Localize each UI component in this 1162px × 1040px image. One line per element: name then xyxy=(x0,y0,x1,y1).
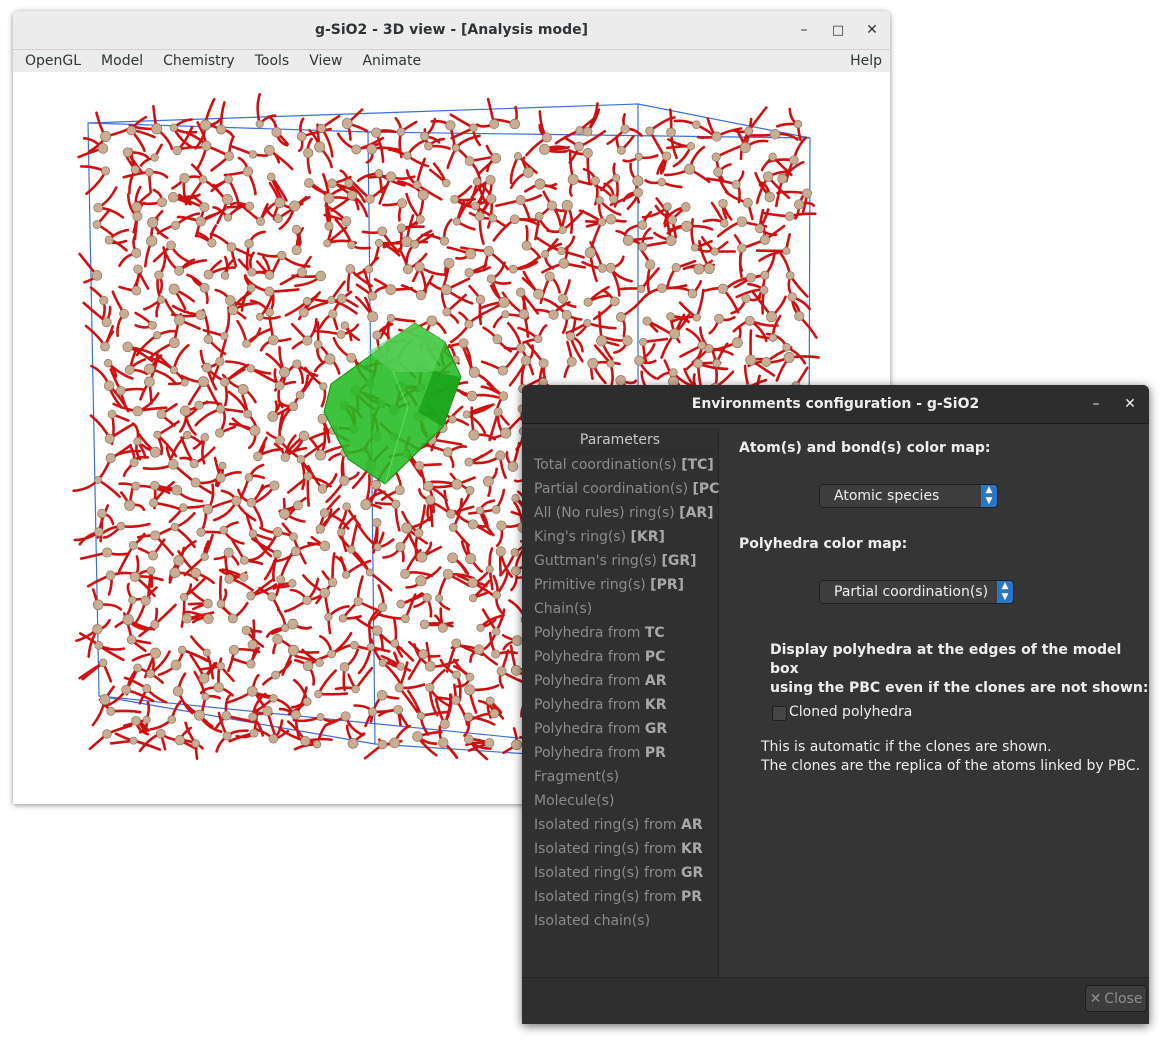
menu-help[interactable]: Help xyxy=(850,53,890,69)
sidebar-item-label: Isolated ring(s) from xyxy=(534,841,681,857)
sidebar-item[interactable]: Isolated chain(s) xyxy=(522,909,718,933)
sidebar-item[interactable]: Polyhedra from PR xyxy=(522,741,718,765)
clones-note-line-1: This is automatic if the clones are show… xyxy=(761,739,1052,755)
menu-model[interactable]: Model xyxy=(89,53,151,69)
maximize-icon[interactable]: □ xyxy=(821,11,855,49)
sidebar-item-label: Molecule(s) xyxy=(534,793,615,809)
3d-view-titlebar[interactable]: g-SiO2 - 3D view - [Analysis mode] – □ ✕ xyxy=(13,11,890,50)
sidebar-item-tag: [KR] xyxy=(630,529,665,545)
sidebar-item-tag: KR xyxy=(644,697,667,713)
sidebar-item-tag: [AR] xyxy=(679,505,714,521)
sidebar-item-label: Partial coordination(s) xyxy=(534,481,693,497)
menu-opengl[interactable]: OpenGL xyxy=(13,53,89,69)
minimize-icon[interactable]: – xyxy=(1079,385,1113,423)
sidebar-item-label: Guttman's ring(s) xyxy=(534,553,662,569)
sidebar-item-label: Isolated ring(s) from xyxy=(534,889,681,905)
sidebar-item-label: Polyhedra from xyxy=(534,697,645,713)
sidebar-item[interactable]: Partial coordination(s) [PC] xyxy=(522,477,726,501)
sidebar-item-label: Isolated ring(s) from xyxy=(534,865,681,881)
sidebar-item-label: All (No rules) ring(s) xyxy=(534,505,680,521)
minimize-icon[interactable]: – xyxy=(787,11,821,49)
sidebar-item[interactable]: Isolated ring(s) from PR xyxy=(522,885,718,909)
polyhedron xyxy=(323,322,462,485)
sidebar-item-label: Isolated ring(s) from xyxy=(534,817,681,833)
sidebar-item-tag: PR xyxy=(681,889,703,905)
close-button-label: Close xyxy=(1104,990,1143,1007)
menu-chemistry[interactable]: Chemistry xyxy=(151,53,243,69)
cloned-polyhedra-checkbox[interactable] xyxy=(772,706,787,721)
sidebar-item-label: Fragment(s) xyxy=(534,769,620,785)
sidebar-item[interactable]: Isolated ring(s) from GR xyxy=(522,861,718,885)
dialog-titlebar[interactable]: Environments configuration - g-SiO2 – ✕ xyxy=(522,385,1149,424)
cloned-polyhedra-label[interactable]: Cloned polyhedra xyxy=(789,703,912,722)
sidebar-header: Parameters xyxy=(522,428,718,453)
close-icon[interactable]: ✕ xyxy=(855,11,889,49)
window-title: g-SiO2 - 3D view - [Analysis mode] xyxy=(314,22,589,38)
sidebar-item[interactable]: King's ring(s) [KR] xyxy=(522,525,718,549)
atom-color-map-select[interactable]: Atomic species ▲ ▼ xyxy=(819,484,998,508)
menu-animate[interactable]: Animate xyxy=(350,53,429,69)
sidebar-item[interactable]: Guttman's ring(s) [GR] xyxy=(522,549,718,573)
menu-bar: OpenGL Model Chemistry Tools View Animat… xyxy=(13,50,890,73)
sidebar-item-tag: PC xyxy=(644,649,666,665)
sidebar-item[interactable]: Fragment(s) xyxy=(522,765,718,789)
polyhedra-color-map-value: Partial coordination(s) xyxy=(834,584,989,600)
sidebar-item[interactable]: Polyhedra from PC xyxy=(522,645,718,669)
polyhedra-color-map-label: Polyhedra color map: xyxy=(739,536,908,552)
sidebar-item-label: Polyhedra from xyxy=(534,649,645,665)
sidebar-item-tag: [PR] xyxy=(650,577,685,593)
spin-arrows-icon: ▲ ▼ xyxy=(997,581,1013,603)
sidebar-item[interactable]: Polyhedra from KR xyxy=(522,693,718,717)
environments-dialog: Environments configuration - g-SiO2 – ✕ … xyxy=(522,385,1149,1024)
sidebar-item-label: Polyhedra from xyxy=(534,721,645,737)
close-icon[interactable]: ✕ xyxy=(1113,385,1147,423)
sidebar-item[interactable]: Isolated ring(s) from AR xyxy=(522,813,718,837)
close-icon: ✕ xyxy=(1089,990,1102,1007)
sidebar-item-tag: AR xyxy=(644,673,667,689)
sidebar-item-tag: PR xyxy=(644,745,666,761)
sidebar-item-tag: [GR] xyxy=(661,553,697,569)
sidebar-item-label: Primitive ring(s) xyxy=(534,577,651,593)
sidebar-item[interactable]: Isolated ring(s) from KR xyxy=(522,837,718,861)
sidebar-item-tag: GR xyxy=(644,721,668,737)
sidebar-item[interactable]: Polyhedra from GR xyxy=(522,717,718,741)
sidebar-item-tag: GR xyxy=(681,865,704,881)
atom-color-map-label: Atom(s) and bond(s) color map: xyxy=(739,440,991,456)
polyhedra-color-map-select[interactable]: Partial coordination(s) ▲ ▼ xyxy=(819,580,1014,604)
sidebar-item-tag: AR xyxy=(681,817,703,833)
dialog-title: Environments configuration - g-SiO2 xyxy=(691,396,980,412)
sidebar-item-label: King's ring(s) xyxy=(534,529,631,545)
sidebar-item-label: Isolated chain(s) xyxy=(534,913,651,929)
parameter-list: Total coordination(s) [TC] Partial coordi… xyxy=(522,453,726,933)
sidebar-item[interactable]: Polyhedra from AR xyxy=(522,669,718,693)
sidebar-item-label: Polyhedra from xyxy=(534,745,645,761)
sidebar-item-label: Chain(s) xyxy=(534,601,593,617)
sidebar-item-tag: KR xyxy=(681,841,703,857)
clones-note-line-2: The clones are the replica of the atoms … xyxy=(761,758,1141,774)
sidebar-item-label: Polyhedra from xyxy=(534,625,645,641)
sidebar-item[interactable]: All (No rules) ring(s) [AR] xyxy=(522,501,718,525)
sidebar-item-label: Polyhedra from xyxy=(534,673,645,689)
spin-arrows-icon: ▲ ▼ xyxy=(981,485,997,507)
sidebar-item[interactable]: Molecule(s) xyxy=(522,789,718,813)
parameters-sidebar: Parameters Total coordination(s) [TC] Par… xyxy=(522,428,726,977)
clones-note: This is automatic if the clones are show… xyxy=(761,738,1140,776)
sidebar-item-tag: [TC] xyxy=(681,457,714,473)
atom-color-map-value: Atomic species xyxy=(834,488,940,504)
close-button[interactable]: ✕ Close xyxy=(1085,985,1147,1012)
pbc-description-line-1: Display polyhedra at the edges of the mo… xyxy=(770,642,1122,677)
settings-panel: Atom(s) and bond(s) color map: Atomic sp… xyxy=(719,428,1149,977)
menu-tools[interactable]: Tools xyxy=(243,53,298,69)
sidebar-item[interactable]: Primitive ring(s) [PR] xyxy=(522,573,718,597)
pbc-description: Display polyhedra at the edges of the mo… xyxy=(770,641,1149,698)
pbc-description-line-2: using the PBC even if the clones are not… xyxy=(770,680,1149,696)
dialog-footer: ✕ Close xyxy=(522,977,1149,1024)
sidebar-item-label: Total coordination(s) xyxy=(534,457,682,473)
sidebar-item[interactable]: Chain(s) xyxy=(522,597,718,621)
sidebar-item-tag: TC xyxy=(644,625,665,641)
sidebar-item[interactable]: Polyhedra from TC xyxy=(522,621,718,645)
menu-view[interactable]: View xyxy=(297,53,350,69)
sidebar-item[interactable]: Total coordination(s) [TC] xyxy=(522,453,718,477)
